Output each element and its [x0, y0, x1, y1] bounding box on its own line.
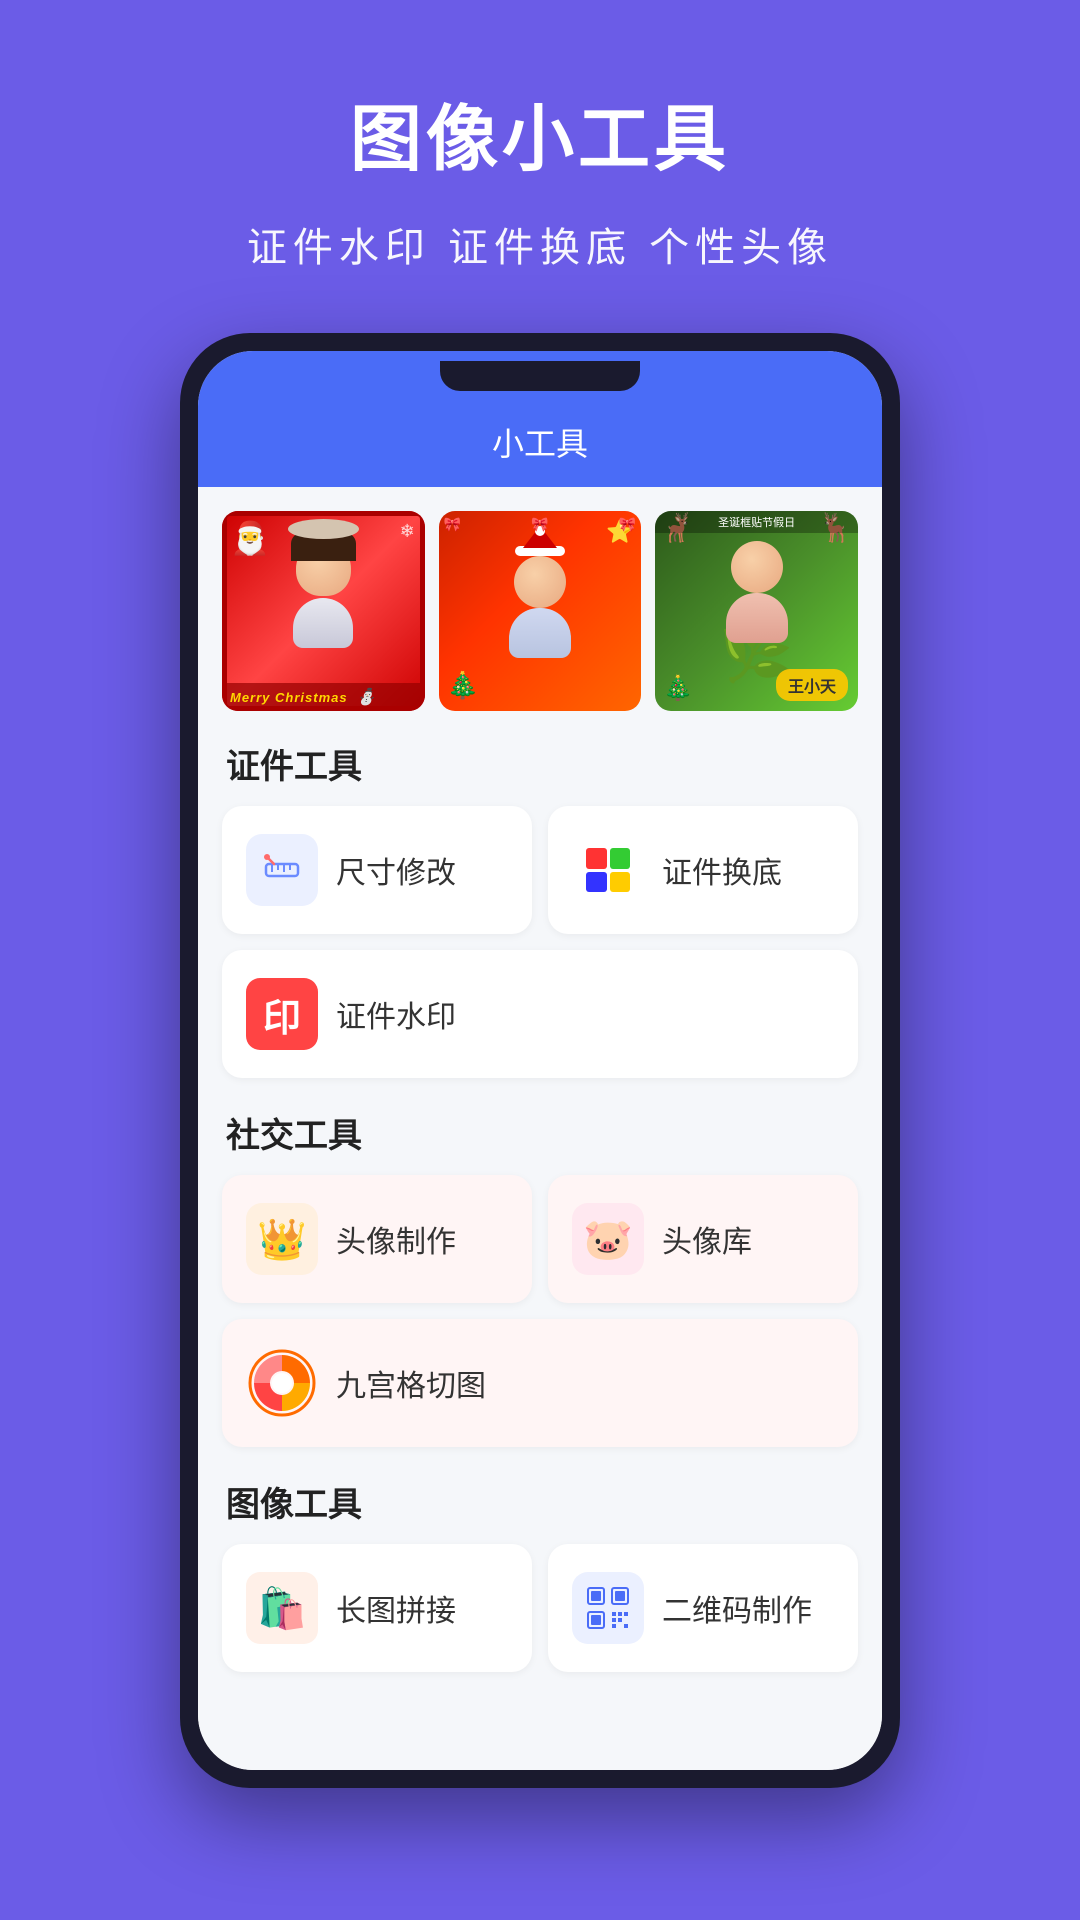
- bg-change-label: 证件换底: [662, 848, 782, 892]
- tool-nine-grid[interactable]: 九宫格切图: [222, 1319, 858, 1447]
- girl-body-2: [509, 608, 571, 658]
- cert-tools-section: 证件工具: [222, 739, 858, 1078]
- snowman-icon: ⛄: [356, 689, 377, 706]
- qr-icon-box: [572, 1572, 644, 1644]
- watermark-label: 证件水印: [336, 992, 456, 1036]
- banner-2-content: 🎄 ⭐ 🎀 🎀 🎀: [439, 511, 642, 711]
- tree-icon-corner: 🎄: [663, 674, 693, 703]
- name-tag: 王小天: [776, 669, 848, 701]
- banner-row: 🎅 ❄: [222, 511, 858, 711]
- long-img-icon: 🛍️: [257, 1585, 307, 1632]
- tree-icon-left: 🎄: [447, 670, 479, 701]
- girl-figure: [293, 531, 353, 648]
- santa-face-icon: 🎅: [230, 519, 270, 557]
- avatar-make-label: 头像制作: [336, 1217, 456, 1261]
- info-label: 圣诞框贴节假日: [718, 517, 795, 529]
- cert-tools-grid: 尺寸修改 证件换底: [222, 806, 858, 1078]
- tool-avatar-make[interactable]: 👑 头像制作: [222, 1175, 532, 1303]
- merry-christmas-label: Merry Christmas: [230, 690, 348, 705]
- app-subtitle: 证件水印 证件换底 个性头像: [60, 215, 1020, 273]
- ruler-icon-box: [246, 834, 318, 906]
- girl-body-3: [726, 593, 788, 643]
- banner-3-content: 🦌 🦌 🌿 王小天 🎄: [655, 511, 858, 711]
- tool-avatar-lib[interactable]: 🐷 头像库: [548, 1175, 858, 1303]
- banner-item-3[interactable]: 🦌 🦌 🌿 王小天 🎄: [655, 511, 858, 711]
- app-title: 图像小工具: [60, 80, 1020, 185]
- stamp-icon-box: 印: [246, 978, 318, 1050]
- party-flags: 🎀 🎀 🎀: [439, 516, 642, 536]
- girl-face-2: [514, 556, 566, 608]
- color-cell-yellow: [610, 872, 631, 893]
- color-cell-blue: [586, 872, 607, 893]
- phone-header-title: 小工具: [492, 426, 588, 462]
- phone-notch: [440, 361, 640, 391]
- phone-top: [198, 351, 882, 391]
- tool-qr-code[interactable]: 二维码制作: [548, 1544, 858, 1672]
- image-tools-grid: 🛍️ 长图拼接: [222, 1544, 858, 1672]
- christmas-text: Merry Christmas ⛄: [222, 683, 425, 711]
- tool-bg-change[interactable]: 证件换底: [548, 806, 858, 934]
- color-grid-icon-box: [572, 834, 644, 906]
- girl-body: [293, 598, 353, 648]
- camera-iris-icon-box: [246, 1347, 318, 1419]
- phone-header: 小工具: [198, 391, 882, 487]
- banner-item-1[interactable]: 🎅 ❄: [222, 511, 425, 711]
- camera-iris-svg: [246, 1347, 318, 1419]
- color-grid: [586, 848, 630, 892]
- girl-face-3: [731, 541, 783, 593]
- long-image-label: 长图拼接: [336, 1586, 456, 1630]
- banner-1-content: 🎅 ❄: [222, 511, 425, 711]
- color-cell-red: [586, 848, 607, 869]
- cert-tools-title: 证件工具: [222, 739, 858, 788]
- image-tools-title: 图像工具: [222, 1477, 858, 1526]
- avatar-mask-icon: 🐷: [583, 1216, 633, 1263]
- social-tools-title: 社交工具: [222, 1108, 858, 1157]
- tool-long-image[interactable]: 🛍️ 长图拼接: [222, 1544, 532, 1672]
- banner-item-2[interactable]: 🎄 ⭐ 🎀 🎀 🎀: [439, 511, 642, 711]
- girl-figure-2: [509, 526, 571, 658]
- girl-face: [296, 541, 351, 596]
- tool-watermark[interactable]: 印 证件水印: [222, 950, 858, 1078]
- color-cell-green: [610, 848, 631, 869]
- info-text-top: 圣诞框贴节假日: [655, 511, 858, 533]
- nine-grid-label: 九宫格切图: [336, 1361, 486, 1405]
- long-img-icon-box: 🛍️: [246, 1572, 318, 1644]
- avatar-lib-label: 头像库: [662, 1217, 752, 1261]
- girl-figure-3: [726, 541, 788, 643]
- snowflake-icon: ❄: [400, 521, 415, 542]
- phone-content: 🎅 ❄: [198, 487, 882, 1770]
- qr-code-label: 二维码制作: [662, 1586, 812, 1630]
- ruler-svg: [262, 850, 302, 890]
- avatar-mask-icon-box: 🐷: [572, 1203, 644, 1275]
- header-section: 图像小工具 证件水印 证件换底 个性头像: [0, 0, 1080, 333]
- phone-inner: 小工具 🎅: [198, 351, 882, 1770]
- qr-svg: [586, 1586, 630, 1630]
- phone-mockup: 小工具 🎅: [180, 333, 900, 1788]
- social-tools-grid: 👑 头像制作 🐷 头像库: [222, 1175, 858, 1447]
- size-edit-label: 尺寸修改: [336, 848, 456, 892]
- beret: [288, 519, 359, 539]
- avatar-crown-icon-box: 👑: [246, 1203, 318, 1275]
- tool-size-edit[interactable]: 尺寸修改: [222, 806, 532, 934]
- social-tools-section: 社交工具 👑 头像制作 🐷 头像库: [222, 1108, 858, 1447]
- avatar-crown-icon: 👑: [257, 1216, 307, 1263]
- stamp-icon: 印: [263, 987, 301, 1042]
- image-tools-section: 图像工具 🛍️ 长图拼接: [222, 1477, 858, 1722]
